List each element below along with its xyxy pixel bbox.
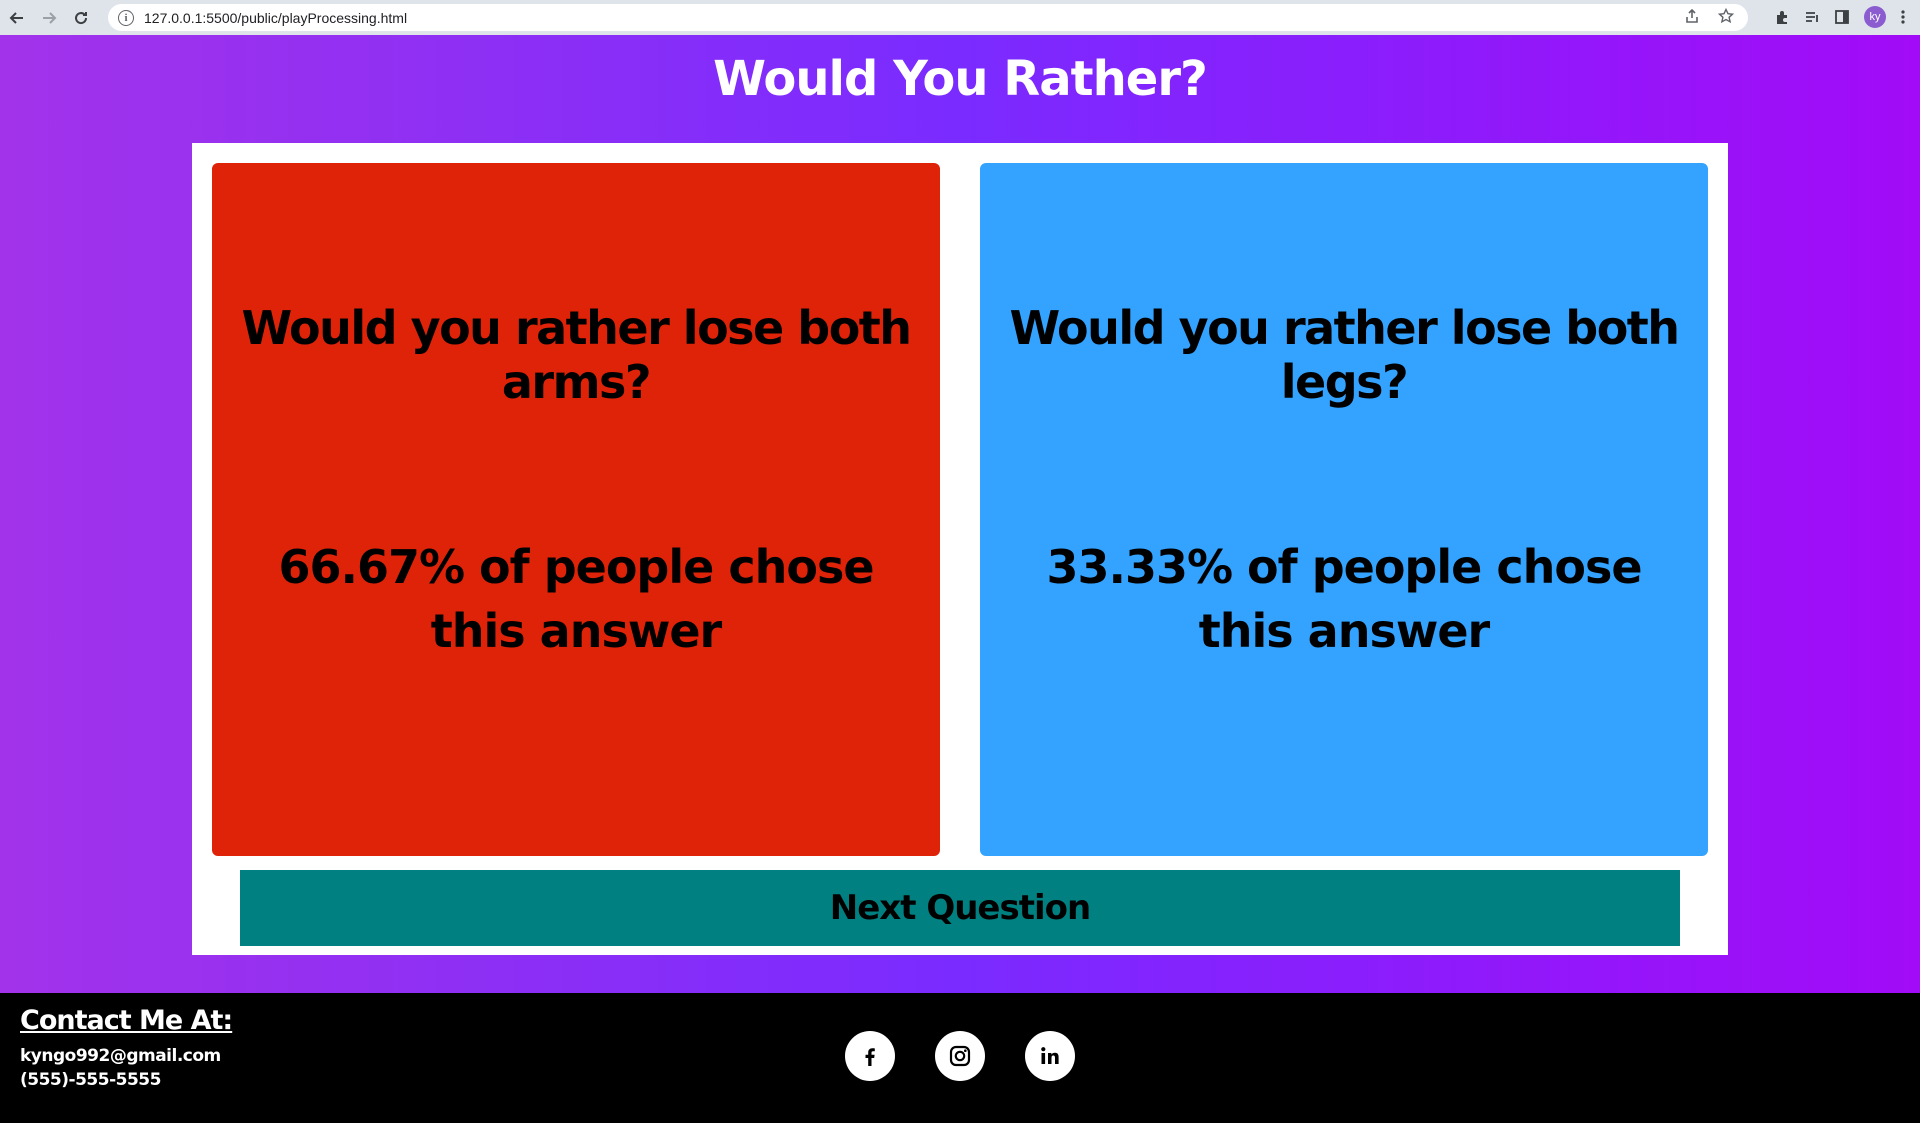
reading-list-icon[interactable] (1804, 9, 1820, 25)
footer: Contact Me At: kyngo992@gmail.com (555)-… (0, 993, 1920, 1123)
facebook-icon (865, 1048, 875, 1066)
bookmark-star-icon[interactable] (1718, 8, 1734, 24)
facebook-link[interactable] (845, 1031, 895, 1081)
browser-toolbar: i 127.0.0.1:5500/public/playProcessing.h… (0, 0, 1920, 35)
forward-arrow-icon (43, 11, 57, 24)
contact-phone: (555)-555-5555 (20, 1070, 161, 1090)
extensions-icon[interactable] (1774, 9, 1790, 25)
next-question-button[interactable]: Next Question (240, 870, 1680, 946)
url-text: 127.0.0.1:5500/public/playProcessing.htm… (144, 9, 408, 26)
option-b-card[interactable]: Would you rather lose both legs? 33.33% … (980, 163, 1708, 856)
site-info-icon[interactable]: i (118, 9, 134, 26)
linkedin-link[interactable] (1025, 1031, 1075, 1081)
contact-email: kyngo992@gmail.com (20, 1046, 221, 1066)
reload-button[interactable] (66, 3, 96, 33)
option-b-question: Would you rather lose both legs? (1009, 300, 1680, 409)
browser-menu-icon[interactable] (1900, 9, 1906, 25)
contact-heading: Contact Me At: (20, 1005, 233, 1036)
social-links (845, 1031, 1075, 1081)
forward-button[interactable] (34, 3, 64, 33)
question-board: Would you rather lose both arms? 66.67% … (192, 143, 1728, 955)
profile-avatar[interactable]: ky (1864, 6, 1886, 28)
linkedin-icon (1041, 1047, 1059, 1064)
option-a-result: 66.67% of people chose this answer (278, 539, 874, 658)
back-button[interactable] (2, 3, 32, 33)
instagram-icon (949, 1045, 971, 1067)
back-arrow-icon (9, 11, 23, 24)
instagram-link[interactable] (935, 1031, 985, 1081)
page-background: Would You Rather? Would you rather lose … (0, 35, 1920, 993)
share-icon[interactable] (1684, 8, 1700, 24)
option-b-result: 33.33% of people chose this answer (1046, 539, 1642, 658)
option-a-question: Would you rather lose both arms? (241, 300, 912, 409)
address-bar[interactable]: i 127.0.0.1:5500/public/playProcessing.h… (108, 4, 1748, 31)
side-panel-icon[interactable] (1834, 9, 1850, 25)
page-title: Would You Rather? (713, 51, 1208, 107)
reload-icon (75, 11, 88, 24)
option-a-card[interactable]: Would you rather lose both arms? 66.67% … (212, 163, 940, 856)
